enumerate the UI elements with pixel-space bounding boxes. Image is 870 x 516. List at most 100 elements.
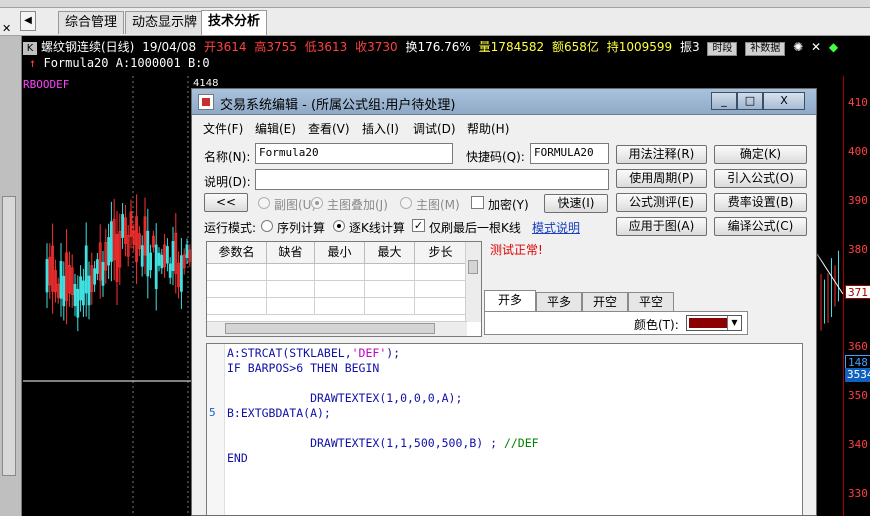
main-chart-radio[interactable]	[400, 197, 412, 209]
param-header-name[interactable]: 参数名	[207, 242, 267, 264]
candle	[146, 208, 150, 299]
candle	[157, 247, 161, 272]
param-horizontal-scrollbar[interactable]	[207, 321, 467, 336]
tab-technical-analysis[interactable]: 技术分析	[201, 10, 268, 35]
table-cell[interactable]	[207, 264, 267, 281]
collapse-button[interactable]: <<	[204, 193, 248, 212]
table-cell[interactable]	[415, 281, 467, 298]
candle	[121, 203, 124, 249]
import-formula-button[interactable]: 引入公式(O)	[714, 169, 807, 188]
fee-settings-button[interactable]: 费率设置(B)	[714, 193, 807, 212]
table-cell[interactable]	[365, 298, 415, 315]
menu-view[interactable]: 查看(V)	[308, 120, 350, 137]
tab-close-short[interactable]: 平空	[628, 292, 674, 312]
menu-debug[interactable]: 调试(D)	[413, 120, 456, 137]
table-cell[interactable]	[267, 281, 315, 298]
candle	[48, 243, 52, 299]
supplement-data-button[interactable]: 补数据	[745, 42, 786, 56]
table-cell[interactable]	[315, 281, 365, 298]
candle	[140, 235, 144, 277]
period-button[interactable]: 时段	[707, 42, 738, 56]
close-button[interactable]: X	[763, 92, 805, 110]
close-icon[interactable]: ✕	[2, 22, 11, 35]
candle	[104, 228, 108, 284]
menu-insert[interactable]: 插入(I)	[362, 120, 399, 137]
gear-icon[interactable]: ✺	[793, 40, 803, 54]
candle	[84, 222, 88, 317]
tab-open-short[interactable]: 开空	[582, 292, 628, 312]
quick-button[interactable]: 快速(I)	[544, 194, 608, 213]
usage-notes-button[interactable]: 用法注释(R)	[616, 145, 707, 164]
param-vertical-scrollbar[interactable]	[465, 242, 481, 322]
encrypt-checkbox[interactable]	[471, 196, 484, 209]
table-cell[interactable]	[415, 298, 467, 315]
table-cell[interactable]	[207, 298, 267, 315]
hotkey-label: 快捷码(Q):	[466, 150, 525, 164]
overlay-label: 主图叠加(J)	[327, 198, 388, 212]
chevron-down-icon[interactable]: ▼	[727, 316, 741, 330]
menu-help[interactable]: 帮助(H)	[467, 120, 509, 137]
candle	[182, 248, 186, 275]
per-bar-mode-radio[interactable]	[333, 220, 345, 232]
name-input[interactable]: Formula20	[255, 143, 453, 164]
menu-edit[interactable]: 编辑(E)	[255, 120, 296, 137]
table-cell[interactable]	[315, 298, 365, 315]
code-line[interactable]: DRAWTEXTEX(1,0,0,0,A);	[227, 391, 462, 405]
code-line[interactable]: B:EXTGBDATA(A);	[227, 406, 331, 420]
minimize-button[interactable]: _	[711, 92, 737, 110]
quote-info-bar: K 螺纹钢连续(日线) 19/04/08 开3614 高3755 低3613 收3…	[23, 38, 870, 56]
tab-close-long[interactable]: 平多	[536, 292, 582, 312]
tab-general-management[interactable]: 综合管理	[58, 11, 125, 34]
sequence-mode-radio[interactable]	[261, 220, 273, 232]
dialog-titlebar[interactable]: 交易系统编辑 - (所属公式组:用户待处理) _ □ X	[192, 89, 816, 115]
mode-help-link[interactable]: 模式说明	[532, 219, 580, 236]
symbol-name: 螺纹钢连续(日线)	[41, 40, 135, 54]
param-header-step[interactable]: 步长	[415, 242, 467, 264]
candle	[79, 265, 82, 312]
code-line[interactable]: DRAWTEXTEX(1,1,500,500,B) ; //DEF	[227, 436, 539, 450]
table-cell[interactable]	[315, 264, 365, 281]
left-scrollbar[interactable]	[2, 196, 16, 476]
table-cell[interactable]	[365, 281, 415, 298]
cross-icon[interactable]: ✕	[811, 40, 821, 54]
ok-button[interactable]: 确定(K)	[714, 145, 807, 164]
candle	[179, 237, 183, 310]
per-bar-mode-label: 逐K线计算	[349, 221, 405, 235]
description-label: 说明(D):	[204, 175, 251, 189]
param-header-max[interactable]: 最大	[365, 242, 415, 264]
name-label: 名称(N):	[204, 150, 251, 164]
param-header-default[interactable]: 缺省	[267, 242, 315, 264]
code-line[interactable]: IF BARPOS>6 THEN BEGIN	[227, 361, 379, 375]
code-line[interactable]: A:STRCAT(STKLABEL,'DEF');	[227, 346, 400, 360]
table-cell[interactable]	[207, 281, 267, 298]
description-input[interactable]	[255, 169, 609, 190]
diamond-icon[interactable]: ◆	[829, 40, 838, 54]
last-bar-only-checkbox[interactable]: ✓	[412, 219, 425, 232]
formula-code-editor[interactable]: A:STRCAT(STKLABEL,'DEF'); IF BARPOS>6 THE…	[206, 343, 803, 515]
table-cell[interactable]	[267, 298, 315, 315]
code-line[interactable]: END	[227, 451, 248, 465]
table-cell[interactable]	[365, 264, 415, 281]
apply-to-chart-button[interactable]: 应用于图(A)	[616, 217, 707, 236]
table-cell[interactable]	[267, 264, 315, 281]
parameter-table[interactable]: 参数名 缺省 最小 最大 步长	[206, 241, 482, 337]
maximize-button[interactable]: □	[737, 92, 763, 110]
tab-scroll-left-button[interactable]: ◀	[20, 11, 36, 31]
table-cell[interactable]	[415, 264, 467, 281]
k-badge[interactable]: K	[23, 42, 37, 55]
menu-file[interactable]: 文件(F)	[203, 120, 243, 137]
tab-bar: ✕ ◀ 综合管理 动态显示牌 技术分析	[0, 8, 870, 36]
price-tick: 410	[848, 96, 868, 109]
hotkey-input[interactable]: FORMULA20	[530, 143, 609, 164]
formula-test-button[interactable]: 公式测评(E)	[616, 193, 707, 212]
color-picker[interactable]: ▼	[686, 315, 742, 331]
usage-period-button[interactable]: 使用周期(P)	[616, 169, 707, 188]
tab-dynamic-board[interactable]: 动态显示牌	[125, 11, 205, 34]
quote-turnover: 换176.76%	[405, 40, 471, 54]
overlay-radio[interactable]	[311, 197, 323, 209]
subchart-radio[interactable]	[258, 197, 270, 209]
param-header-min[interactable]: 最小	[315, 242, 365, 264]
compile-formula-button[interactable]: 编译公式(C)	[714, 217, 807, 236]
tab-open-long[interactable]: 开多	[484, 290, 536, 313]
top-strip	[0, 0, 870, 8]
